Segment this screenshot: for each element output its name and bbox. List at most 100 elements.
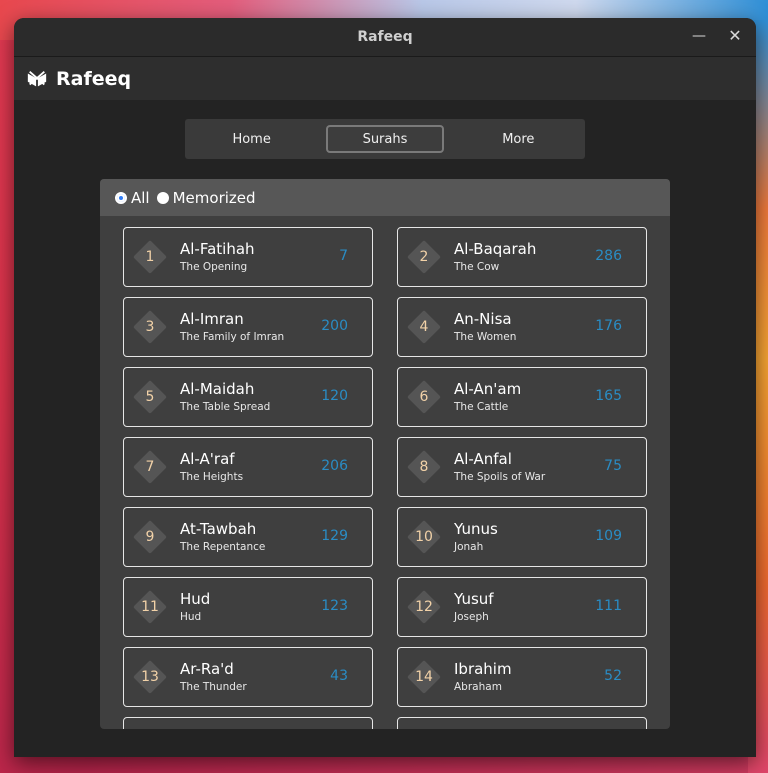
surah-verse-count: 129 — [321, 528, 348, 544]
surah-name: Ar-Ra'd — [180, 660, 234, 678]
surah-verse-count: 120 — [321, 388, 348, 404]
surah-card[interactable]: 4 An-Nisa The Women 176 — [397, 297, 647, 357]
surah-card[interactable]: 14 Ibrahim Abraham 52 — [397, 647, 647, 707]
surah-verse-count: 75 — [604, 458, 622, 474]
surah-verse-count: 286 — [595, 248, 622, 264]
filter-all-option[interactable]: All — [115, 189, 150, 207]
surah-meaning: The Cow — [454, 261, 500, 273]
surah-meaning: The Thunder — [180, 681, 247, 693]
surah-number: 9 — [145, 529, 155, 545]
surah-meaning: The Heights — [180, 471, 244, 483]
surah-card[interactable]: 2 Al-Baqarah The Cow 286 — [397, 227, 647, 287]
surah-number-badge: 6 — [407, 380, 441, 414]
app-header: Rafeeq — [14, 57, 756, 100]
surah-card[interactable]: 6 Al-An'am The Cattle 165 — [397, 367, 647, 427]
surah-number-badge: 4 — [407, 310, 441, 344]
surah-verse-count: 7 — [339, 248, 348, 264]
surah-number-badge: 13 — [133, 660, 167, 694]
minimize-icon[interactable]: — — [690, 28, 708, 44]
surah-meaning: Abraham — [454, 681, 502, 693]
surah-name: At-Tawbah — [180, 520, 257, 538]
surah-verse-count: 165 — [595, 388, 622, 404]
surah-verse-count: 111 — [595, 598, 622, 614]
surah-number: 5 — [145, 389, 155, 405]
filter-all-label: All — [131, 188, 150, 207]
surah-meaning: The Opening — [180, 261, 248, 273]
surah-number-badge: 14 — [407, 660, 441, 694]
close-icon[interactable]: ✕ — [726, 26, 744, 45]
surah-meaning: Jonah — [454, 541, 484, 553]
surah-number-badge: 9 — [133, 520, 167, 554]
surah-meaning: The Family of Imran — [180, 331, 285, 343]
surah-number-badge: 7 — [133, 450, 167, 484]
window-titlebar[interactable]: Rafeeq — ✕ — [14, 18, 756, 57]
app-window: Rafeeq — ✕ Rafeeq Home Surahs More All M… — [14, 18, 756, 757]
surah-card-partial[interactable] — [123, 717, 373, 729]
surah-number-badge: 3 — [133, 310, 167, 344]
main-nav: Home Surahs More — [185, 119, 585, 159]
surah-number: 2 — [419, 249, 429, 265]
surah-name: Al-Anfal — [454, 450, 512, 468]
surah-verse-count: 123 — [321, 598, 348, 614]
window-title: Rafeeq — [357, 29, 413, 45]
surah-name: Al-Maidah — [180, 380, 255, 398]
surah-number: 10 — [415, 529, 433, 545]
surah-card[interactable]: 13 Ar-Ra'd The Thunder 43 — [123, 647, 373, 707]
surah-number: 12 — [415, 599, 433, 615]
surah-number: 7 — [145, 459, 155, 475]
surah-meaning: The Women — [454, 331, 517, 343]
surah-card[interactable]: 11 Hud Hud 123 — [123, 577, 373, 637]
surah-verse-count: 176 — [595, 318, 622, 334]
radio-all[interactable] — [115, 191, 127, 204]
surah-meaning: Joseph — [454, 611, 489, 623]
filter-memorized-option[interactable]: Memorized — [156, 188, 256, 207]
surah-number-badge: 8 — [407, 450, 441, 484]
surah-name: Hud — [180, 590, 211, 608]
surah-number-badge: 5 — [133, 380, 167, 414]
surah-number-badge: 11 — [133, 590, 167, 624]
surah-number: 11 — [141, 599, 159, 615]
surah-card[interactable]: 5 Al-Maidah The Table Spread 120 — [123, 367, 373, 427]
surah-meaning: The Table Spread — [180, 401, 271, 413]
surah-name: Al-Imran — [180, 310, 244, 328]
surah-panel: All Memorized 1 Al-Fatihah The Opening 7 2 Al… — [100, 179, 670, 729]
surah-meaning: Hud — [180, 611, 202, 623]
surah-verse-count: 52 — [604, 668, 622, 684]
surah-number: 8 — [419, 459, 429, 475]
tab-surahs[interactable]: Surahs — [325, 125, 444, 153]
surah-card[interactable]: 1 Al-Fatihah The Opening 7 — [123, 227, 373, 287]
filter-memorized-label: Memorized — [172, 188, 256, 207]
surah-card[interactable]: 8 Al-Anfal The Spoils of War 75 — [397, 437, 647, 497]
surah-name: Al-Baqarah — [454, 240, 537, 258]
surah-card[interactable]: 7 Al-A'raf The Heights 206 — [123, 437, 373, 497]
surah-card-partial[interactable] — [397, 717, 647, 729]
surah-number: 6 — [419, 389, 429, 405]
surah-number: 13 — [141, 669, 159, 685]
surah-card[interactable]: 10 Yunus Jonah 109 — [397, 507, 647, 567]
surah-meaning: The Cattle — [454, 401, 509, 413]
tab-home[interactable]: Home — [193, 125, 311, 153]
surah-grid: 1 Al-Fatihah The Opening 7 2 Al-Baqarah The Co… — [100, 216, 670, 729]
surah-meaning: The Repentance — [180, 541, 266, 553]
radio-memorized[interactable] — [156, 191, 169, 204]
quran-book-icon — [26, 68, 48, 90]
surah-name: Yusuf — [454, 590, 494, 608]
surah-name: Al-Fatihah — [180, 240, 255, 258]
surah-verse-count: 200 — [321, 318, 348, 334]
surah-number: 1 — [145, 249, 155, 265]
surah-number-badge: 1 — [133, 240, 167, 274]
surah-card[interactable]: 3 Al-Imran The Family of Imran 200 — [123, 297, 373, 357]
surah-verse-count: 43 — [330, 668, 348, 684]
surah-verse-count: 109 — [595, 528, 622, 544]
surah-number-badge: 12 — [407, 590, 441, 624]
surah-number: 4 — [419, 319, 429, 335]
surah-card[interactable]: 12 Yusuf Joseph 111 — [397, 577, 647, 637]
surah-number: 3 — [145, 319, 155, 335]
filter-bar: All Memorized — [100, 179, 670, 216]
tab-more[interactable]: More — [459, 125, 577, 153]
surah-number: 14 — [415, 669, 433, 685]
surah-number-badge: 10 — [407, 520, 441, 554]
surah-verse-count: 206 — [321, 458, 348, 474]
surah-card[interactable]: 9 At-Tawbah The Repentance 129 — [123, 507, 373, 567]
surah-name: Ibrahim — [454, 660, 512, 678]
